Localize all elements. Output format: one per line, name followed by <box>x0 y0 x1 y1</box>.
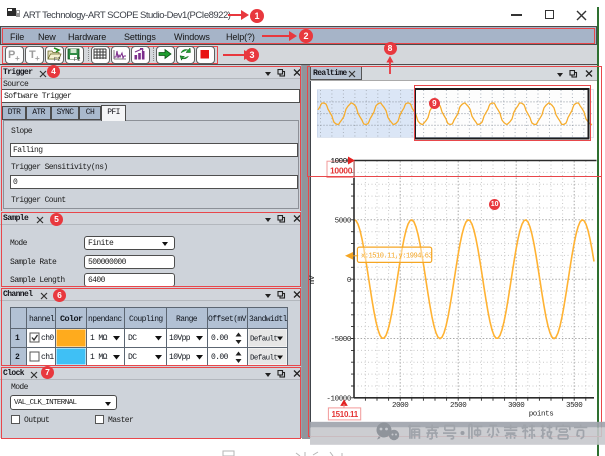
svg-text:0.00: 0.00 <box>211 353 229 362</box>
svg-text:F2: F2 <box>54 57 60 62</box>
svg-text:Default: Default <box>250 355 277 363</box>
svg-text:10Vpp: 10Vpp <box>169 353 191 362</box>
svg-text:DC: DC <box>128 334 137 343</box>
svg-text:1 MΩ: 1 MΩ <box>90 334 108 343</box>
svg-text:hannel: hannel <box>29 315 55 324</box>
svg-text:1 MΩ: 1 MΩ <box>90 353 108 362</box>
svg-text:Range: Range <box>176 315 198 324</box>
svg-text:10Vpp: 10Vpp <box>169 334 191 343</box>
svg-text:Coupling: Coupling <box>129 315 163 324</box>
svg-text:3andwidtl: 3andwidtl <box>249 315 288 324</box>
svg-text:F2: F2 <box>74 57 80 62</box>
svg-text:0.00: 0.00 <box>211 334 229 343</box>
svg-text:+: + <box>15 54 20 62</box>
svg-text:ch1: ch1 <box>41 353 54 362</box>
svg-text:npendanc: npendanc <box>88 315 122 324</box>
svg-text:Color: Color <box>60 314 83 324</box>
svg-text:DC: DC <box>128 353 137 362</box>
svg-text:Default: Default <box>250 336 277 344</box>
svg-text:Offset(mV: Offset(mV <box>208 315 247 324</box>
svg-text:+: + <box>35 54 40 62</box>
svg-text:ch0: ch0 <box>41 334 54 343</box>
